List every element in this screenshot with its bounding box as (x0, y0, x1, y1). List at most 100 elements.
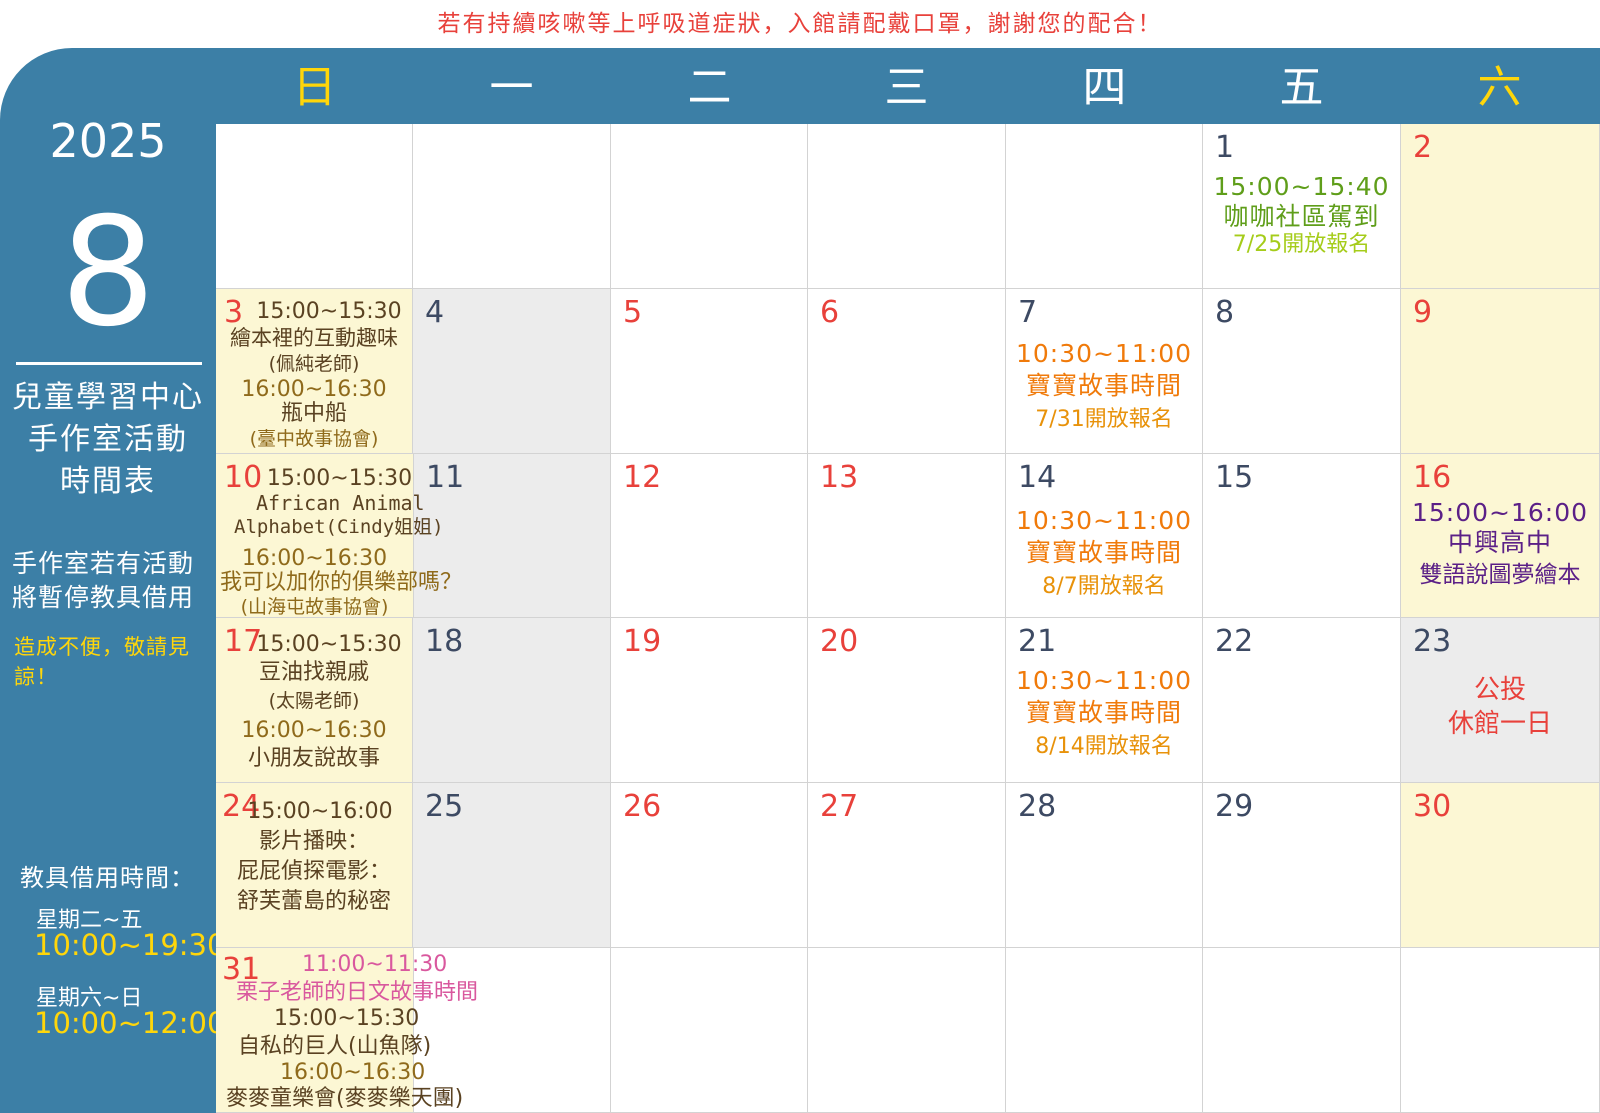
day-cell-26: 26 (611, 783, 808, 948)
day-cell-empty (611, 124, 808, 289)
day-number: 26 (623, 789, 662, 824)
day-cell-15: 15 (1203, 454, 1401, 618)
sidebar-title-line-1: 兒童學習中心 (12, 380, 204, 415)
day-cell-8: 8 (1203, 289, 1401, 454)
weekday-sun: 日 (292, 62, 337, 113)
day-cell-20: 20 (808, 618, 1006, 783)
event-title: 小朋友說故事 (247, 746, 380, 771)
weekday-header: 日 一 二 三 四 五 六 (216, 48, 1600, 124)
event-title: Alphabet(Cindy姐姐) (234, 516, 444, 538)
day-cell-19: 19 (611, 618, 808, 783)
day-cell-6: 6 (808, 289, 1006, 454)
sidebar-title-line-3: 時間表 (60, 464, 156, 499)
day-cell-empty (808, 124, 1006, 289)
day-number: 28 (1018, 789, 1057, 824)
calendar-year: 2025 (49, 114, 167, 168)
day-number: 2 (1413, 130, 1433, 165)
event-time: 10:30~11:00 (1015, 666, 1193, 695)
event-host: (山海屯故事協會) (240, 596, 389, 618)
day-cell-18: 18 (413, 618, 611, 783)
event-registration: 7/25開放報名 (1232, 232, 1371, 257)
event-organizer: 中興高中 (1447, 528, 1552, 557)
event-time: 15:00~15:30 (274, 1006, 420, 1031)
event-time: 15:00~15:30 (256, 299, 402, 324)
event-time: 10:30~11:00 (1015, 339, 1193, 368)
day-number: 11 (426, 460, 465, 495)
event-time: 15:00~16:00 (247, 799, 393, 824)
weekday-mon: 一 (489, 62, 534, 113)
day-number: 7 (1018, 295, 1038, 330)
weekday-wed: 三 (884, 62, 929, 113)
weekday-fri: 五 (1279, 62, 1324, 113)
event-title: 栗子老師的日文故事時間 (236, 980, 479, 1005)
event-title: 寶寶故事時間 (1025, 698, 1182, 727)
calendar-month: 8 (60, 186, 156, 360)
day-cell-empty (216, 124, 413, 289)
day-cell-21: 21 10:30~11:00 寶寶故事時間 8/14開放報名 (1006, 618, 1203, 783)
day-cell-29: 29 (1203, 783, 1401, 948)
day-cell-30: 30 (1401, 783, 1600, 948)
event-title: 屁屁偵探電影： (236, 859, 391, 884)
day-cell-22: 22 (1203, 618, 1401, 783)
sidebar-divider (16, 362, 202, 365)
event-registration: 8/14開放報名 (1035, 734, 1173, 759)
day-number: 16 (1413, 460, 1452, 495)
closure-label: 休館一日 (1447, 709, 1552, 739)
day-cell-13: 13 (808, 454, 1006, 618)
day-cell-empty (1203, 948, 1401, 1113)
day-number: 12 (623, 460, 662, 495)
day-cell-1: 1 15:00~15:40 咖咖社區駕到 7/25開放報名 (1203, 124, 1401, 289)
day-cell-14: 14 10:30~11:00 寶寶故事時間 8/7開放報名 (1006, 454, 1203, 618)
event-host: (臺中故事協會) (249, 428, 379, 450)
day-cell-27: 27 (808, 783, 1006, 948)
day-cell-empty (1006, 124, 1203, 289)
lending-hours-title: 教具借用時間： (20, 864, 195, 892)
day-cell-3: 3 15:00~15:30 繪本裡的互動趣味 (佩純老師) 16:00~16:3… (216, 289, 413, 454)
day-number: 29 (1215, 789, 1254, 824)
day-number: 6 (820, 295, 840, 330)
day-cell-10: 10 15:00~15:30 African Animal Alphabet(C… (216, 454, 462, 618)
day-number: 9 (1413, 295, 1433, 330)
day-cell-7: 7 10:30~11:00 寶寶故事時間 7/31開放報名 (1006, 289, 1203, 454)
day-cell-31: 31 11:00~11:30 栗子老師的日文故事時間 15:00~15:30 自… (216, 948, 478, 1113)
event-title: 我可以加你的俱樂部嗎？ (220, 570, 463, 595)
day-cell-25: 25 (413, 783, 611, 948)
day-number: 19 (623, 624, 662, 659)
weekday-tue: 二 (687, 62, 732, 113)
event-time: 15:00~15:30 (266, 466, 413, 491)
closure-label: 公投 (1473, 675, 1526, 705)
day-number: 13 (820, 460, 859, 495)
day-cell-17: 17 15:00~15:30 豆油找親戚 (太陽老師) 16:00~16:30 … (216, 618, 413, 783)
lending-weekday-hours: 10:00~19:30 (34, 928, 226, 962)
day-number: 5 (623, 295, 643, 330)
event-title: 瓶中船 (280, 401, 347, 426)
day-number: 27 (820, 789, 859, 824)
event-title: 麥麥童樂會(麥麥樂天團) (226, 1086, 464, 1111)
day-number: 22 (1215, 624, 1254, 659)
calendar-sidebar: 2025 8 兒童學習中心 手作室活動 時間表 手作室若有活動 將暫停教具借用 … (0, 48, 225, 1113)
weekday-thu: 四 (1082, 62, 1127, 113)
event-time: 16:00~16:30 (241, 377, 387, 402)
day-number: 20 (820, 624, 859, 659)
day-cell-empty (1006, 948, 1203, 1113)
day-cell-16: 16 15:00~16:00 中興高中 雙語說圖夢繪本 (1401, 454, 1600, 618)
day-number: 30 (1413, 789, 1452, 824)
sidebar-title-line-2: 手作室活動 (28, 422, 188, 457)
day-cell-24: 24 15:00~16:00 影片播映： 屁屁偵探電影： 舒芙蕾島的秘密 (216, 783, 413, 948)
event-time: 11:00~11:30 (302, 952, 448, 977)
weekday-sat: 六 (1477, 62, 1522, 113)
day-cell-empty (1401, 948, 1600, 1113)
event-title: 雙語說圖夢繪本 (1419, 562, 1581, 588)
event-title: 豆油找親戚 (258, 660, 369, 685)
event-title: 影片播映： (258, 829, 369, 854)
day-cell-28: 28 (1006, 783, 1203, 948)
day-number: 15 (1215, 460, 1254, 495)
day-cell-4: 4 (413, 289, 611, 454)
event-registration: 8/7開放報名 (1042, 574, 1166, 599)
health-notice: 若有持續咳嗽等上呼吸道症狀，入館請配戴口罩，謝謝您的配合！ (437, 11, 1163, 37)
day-number: 1 (1215, 130, 1235, 165)
day-number: 4 (425, 295, 445, 330)
event-time: 16:00~16:30 (280, 1060, 426, 1085)
event-time: 16:00~16:30 (241, 546, 388, 571)
lending-weekend-hours: 10:00~12:00 (34, 1006, 226, 1040)
